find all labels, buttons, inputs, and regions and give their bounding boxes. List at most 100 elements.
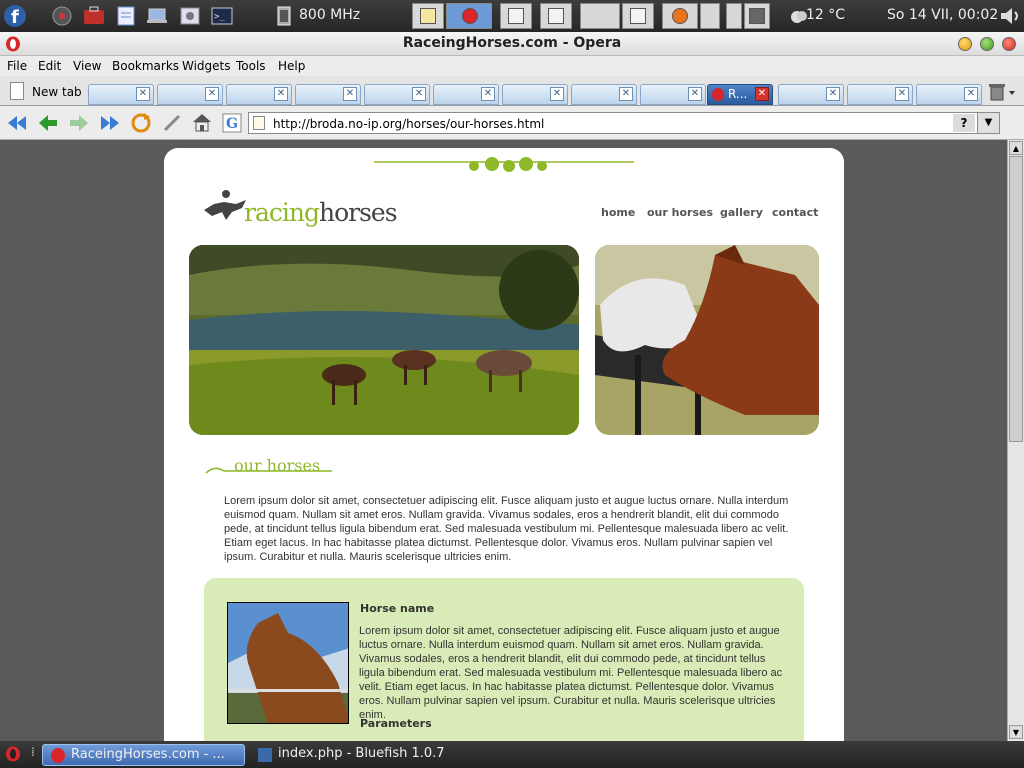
tab-close-icon[interactable]: ✕ <box>274 87 288 101</box>
tasklist-window-icon-2[interactable] <box>540 3 572 29</box>
nav-contact[interactable]: contact <box>772 206 818 219</box>
volume-icon[interactable] <box>998 4 1022 28</box>
forward-icon[interactable] <box>68 112 90 134</box>
tab[interactable]: ✕ <box>433 84 499 105</box>
tab-close-icon[interactable]: ✕ <box>550 87 564 101</box>
tab[interactable]: ✕ <box>916 84 982 105</box>
logo-jockey-icon[interactable] <box>202 186 250 225</box>
menu-edit[interactable]: Edit <box>38 59 61 73</box>
opera-task-icon <box>51 748 65 763</box>
tab[interactable]: ✕ <box>640 84 706 105</box>
tab[interactable]: ✕ <box>88 84 154 105</box>
nav-home[interactable]: home <box>601 206 635 219</box>
tasklist-window-icon[interactable] <box>500 3 532 29</box>
tasklist-blank-3[interactable] <box>726 3 742 29</box>
tab-close-icon[interactable]: ✕ <box>688 87 702 101</box>
tab[interactable]: ✕ <box>157 84 223 105</box>
tab[interactable]: ✕ <box>571 84 637 105</box>
system-monitor-icon[interactable] <box>50 4 74 28</box>
tab-bar: New tab ✕ ✕ ✕ ✕ ✕ ✕ ✕ ✕ ✕ R... ✕ ✕ ✕ ✕ <box>0 76 1024 106</box>
fedora-menu-icon[interactable]: f <box>3 4 27 28</box>
intro-paragraph: Lorem ipsum dolor sit amet, consectetuer… <box>224 495 789 563</box>
help-button[interactable]: ? <box>953 114 975 132</box>
tab-active[interactable]: R... ✕ <box>707 84 773 105</box>
address-bar[interactable]: http://broda.no-ip.org/horses/our-horses… <box>248 112 1000 134</box>
tab-close-icon[interactable]: ✕ <box>481 87 495 101</box>
close-button[interactable] <box>1002 37 1016 51</box>
cpu-frequency: 800 MHz <box>299 7 361 23</box>
reload-icon[interactable] <box>130 112 152 134</box>
back-icon[interactable] <box>37 112 59 134</box>
menu-view[interactable]: View <box>73 59 101 73</box>
nav-gallery[interactable]: gallery <box>720 206 763 219</box>
rewind-icon[interactable] <box>6 112 28 134</box>
tab[interactable]: ✕ <box>295 84 361 105</box>
svg-text:>_: >_ <box>214 12 225 22</box>
tasklist-blank-2[interactable] <box>700 3 720 29</box>
trash-icon[interactable] <box>988 83 1016 104</box>
vertical-scrollbar[interactable]: ▲ ▼ <box>1007 140 1024 741</box>
menu-bookmarks[interactable]: Bookmarks <box>112 59 179 73</box>
address-url[interactable]: http://broda.no-ip.org/horses/our-horses… <box>273 117 544 131</box>
tab[interactable]: ✕ <box>226 84 292 105</box>
task-opera[interactable]: RaceingHorses.com - ... <box>42 744 245 766</box>
edit-pen-icon[interactable] <box>161 112 183 134</box>
scroll-down-icon[interactable]: ▼ <box>1009 725 1023 739</box>
tab[interactable]: ✕ <box>847 84 913 105</box>
menu-widgets[interactable]: Widgets <box>182 59 231 73</box>
tab-close-icon[interactable]: ✕ <box>826 87 840 101</box>
tab-close-icon[interactable]: ✕ <box>619 87 633 101</box>
menu-help[interactable]: Help <box>278 59 305 73</box>
address-dropdown-icon[interactable]: ▼ <box>977 113 999 133</box>
tasklist-opera-icon[interactable] <box>446 3 492 29</box>
tab[interactable]: ✕ <box>778 84 844 105</box>
task-bluefish[interactable]: index.php - Bluefish 1.0.7 <box>252 744 492 766</box>
tasklist-notes-icon[interactable] <box>412 3 444 29</box>
laptop-icon[interactable] <box>145 4 169 28</box>
menu-tools[interactable]: Tools <box>236 59 266 73</box>
tab-close-icon[interactable]: ✕ <box>205 87 219 101</box>
page-icon <box>253 116 265 130</box>
tab[interactable]: ✕ <box>502 84 568 105</box>
site-logo[interactable]: racinghorses <box>244 198 398 227</box>
new-tab-button[interactable]: New tab <box>4 80 82 104</box>
horse-description: Lorem ipsum dolor sit amet, consectetuer… <box>359 625 783 721</box>
tab-close-icon[interactable]: ✕ <box>412 87 426 101</box>
opera-taskbar-icon[interactable] <box>5 746 21 765</box>
tasklist-firefox-icon[interactable] <box>662 3 698 29</box>
terminal-icon[interactable]: >_ <box>210 4 234 28</box>
minimize-button[interactable] <box>958 37 972 51</box>
nav-our-horses[interactable]: our horses <box>647 206 713 219</box>
parameters-heading: Parameters <box>360 717 432 730</box>
tab-close-icon[interactable]: ✕ <box>895 87 909 101</box>
section-title: our horses <box>234 456 321 475</box>
home-icon[interactable] <box>191 112 213 134</box>
maximize-button[interactable] <box>980 37 994 51</box>
opera-tab-icon <box>712 88 724 101</box>
settings-icon[interactable] <box>178 4 202 28</box>
tab-close-icon[interactable]: ✕ <box>964 87 978 101</box>
menu-bar: File Edit View Bookmarks Widgets Tools H… <box>0 56 1024 76</box>
tasklist-monitor-icon[interactable] <box>744 3 770 29</box>
horse-card: Horse name Lorem ipsum dolor sit amet, c… <box>204 578 804 741</box>
document-icon[interactable] <box>114 4 138 28</box>
tasklist-window-icon-3[interactable] <box>622 3 654 29</box>
tasklist-blank[interactable] <box>580 3 620 29</box>
tab-active-label: R... <box>728 87 748 101</box>
horse-portrait-photo <box>227 602 349 724</box>
toolbox-icon[interactable] <box>82 4 106 28</box>
new-page-icon <box>10 82 24 100</box>
menu-file[interactable]: File <box>7 59 27 73</box>
scrollbar-thumb[interactable] <box>1009 156 1023 442</box>
tab-close-icon[interactable]: ✕ <box>755 87 769 101</box>
clock[interactable]: So 14 VII, 00:02 <box>887 7 998 23</box>
tab[interactable]: ✕ <box>364 84 430 105</box>
tab-close-icon[interactable]: ✕ <box>136 87 150 101</box>
header-ornament <box>364 153 644 178</box>
browser-viewport: racinghorses home our horses gallery con… <box>0 140 1007 741</box>
fast-forward-icon[interactable] <box>99 112 121 134</box>
google-search-icon[interactable]: G <box>221 112 243 134</box>
tab-close-icon[interactable]: ✕ <box>343 87 357 101</box>
top-panel: f >_ 800 MHz 12 °C So 14 VII, 00:02 <box>0 0 1024 32</box>
scroll-up-icon[interactable]: ▲ <box>1009 141 1023 155</box>
